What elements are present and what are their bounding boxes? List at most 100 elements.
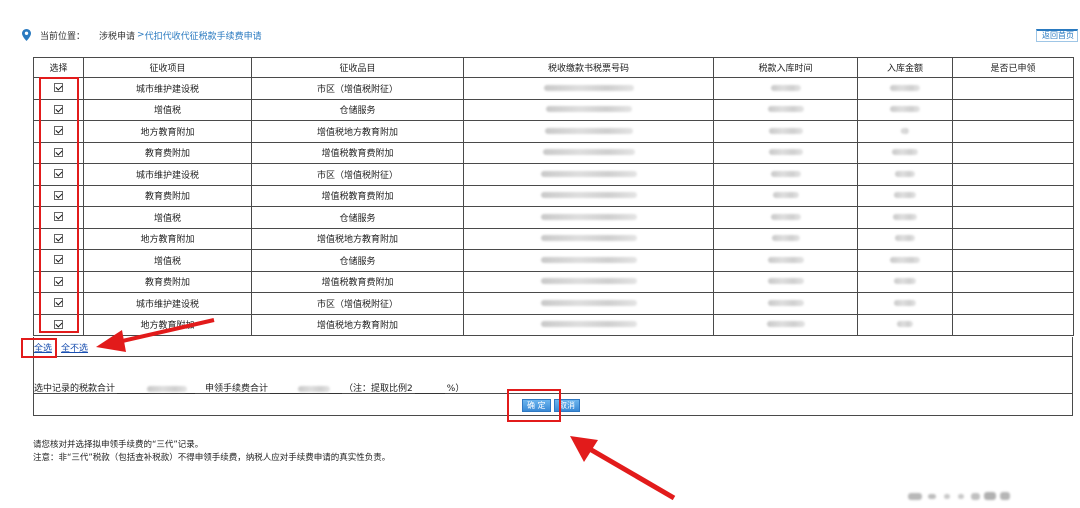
row-item: 教育费附加 [83,141,252,164]
row-storage-time [713,227,858,250]
row-applied [952,98,1074,121]
header-amount: 入库金额 [857,57,953,78]
row-applied [952,227,1074,250]
row-subitem: 仓储服务 [251,206,464,229]
row-checkbox[interactable] [54,147,63,157]
row-checkbox[interactable] [54,104,63,114]
confirm-button[interactable]: 确 定 [522,399,551,412]
fee-total-value [270,384,343,394]
table-body: 城市维护建设税 市区（增值税附征） 增值税 仓储服务 地方教育附加 增值税地方教育附加 教育… [33,77,1074,336]
location-pin-icon [22,29,31,41]
row-ticket-number [463,249,714,272]
fee-records-table: 选择 征收项目 征收品目 税收缴款书税票号码 税款入库时间 入库金额 是否已申领… [33,57,1074,336]
breadcrumb-arrow: > [137,30,145,40]
row-checkbox[interactable] [54,190,63,200]
row-checkbox[interactable] [54,212,63,222]
table-row: 教育费附加 增值税教育费附加 [33,270,1074,293]
row-item: 地方教育附加 [83,120,252,143]
row-select-cell [33,184,84,207]
row-applied [952,313,1074,336]
breadcrumb-label: 当前位置： [40,31,86,42]
tax-total-label: 选中记录的税款合计 [34,384,116,394]
row-storage-time [713,206,858,229]
row-applied [952,249,1074,272]
row-item: 城市维护建设税 [83,292,252,315]
row-item: 增值税 [83,249,252,272]
table-row: 教育费附加 增值税教育费附加 [33,141,1074,164]
arrow-to-confirm [570,436,676,501]
row-storage-time [713,98,858,121]
row-subitem: 增值税教育费附加 [251,141,464,164]
row-applied [952,292,1074,315]
row-select-cell [33,270,84,293]
row-select-cell [33,163,84,186]
header-storage-time: 税款入库时间 [713,57,858,78]
row-ticket-number [463,141,714,164]
breadcrumb-root-link[interactable]: 涉税申请 [99,29,135,42]
row-item: 教育费附加 [83,184,252,207]
row-applied [952,141,1074,164]
row-amount [857,313,953,336]
row-select-cell [33,98,84,121]
row-subitem: 市区（增值税附征） [251,163,464,186]
row-checkbox[interactable] [54,169,63,179]
row-select-cell [33,292,84,315]
row-ticket-number [463,184,714,207]
row-checkbox[interactable] [54,298,63,308]
tax-total-value [117,384,196,394]
row-amount [857,120,953,143]
row-storage-time [713,77,858,100]
table-row: 城市维护建设税 市区（增值税附征） [33,77,1074,100]
row-checkbox[interactable] [54,126,63,136]
row-item: 增值税 [83,206,252,229]
ratio-value [414,384,445,394]
row-ticket-number [463,120,714,143]
cancel-button[interactable]: 取消 [554,399,580,412]
row-applied [952,163,1074,186]
table-row: 城市维护建设税 市区（增值税附征） [33,163,1074,186]
row-applied [952,206,1074,229]
row-subitem: 仓储服务 [251,249,464,272]
fee-total-label: 申领手续费合计 [205,384,269,394]
row-checkbox[interactable] [54,255,63,265]
row-amount [857,141,953,164]
row-select-cell [33,249,84,272]
select-none-link[interactable]: 全不选 [61,341,88,354]
row-select-cell [33,206,84,229]
summary-bar: 选中记录的税款合计 申领手续费合计 （注：提取比例2 %） [33,357,1073,394]
row-checkbox[interactable] [54,233,63,243]
row-subitem: 市区（增值税附征） [251,77,464,100]
row-ticket-number [463,163,714,186]
header-subitem: 征收品目 [251,57,464,78]
row-checkbox[interactable] [54,83,63,93]
action-bar: 确 定 取消 [33,394,1073,416]
row-select-cell [33,227,84,250]
home-button[interactable]: 返回首页 [1036,29,1078,42]
header-select: 选择 [33,57,84,78]
table-row: 增值税 仓储服务 [33,98,1074,121]
row-storage-time [713,120,858,143]
row-ticket-number [463,77,714,100]
row-applied [952,120,1074,143]
header-applied: 是否已申领 [952,57,1074,78]
row-checkbox[interactable] [54,276,63,286]
table-header-row: 选择 征收项目 征收品目 税收缴款书税票号码 税款入库时间 入库金额 是否已申领 [33,57,1074,78]
selection-bar: 全选 全不选 [33,337,1073,357]
summary-text: 选中记录的税款合计 申领手续费合计 （注：提取比例2 %） [34,381,464,394]
row-checkbox[interactable] [54,319,63,329]
row-storage-time [713,163,858,186]
table-row: 地方教育附加 增值税地方教育附加 [33,120,1074,143]
row-amount [857,163,953,186]
row-select-cell [33,77,84,100]
row-ticket-number [463,292,714,315]
blurred-watermark [908,491,1010,501]
row-subitem: 增值税教育费附加 [251,184,464,207]
select-all-link[interactable]: 全选 [34,341,52,354]
row-ticket-number [463,206,714,229]
row-storage-time [713,184,858,207]
row-select-cell [33,120,84,143]
row-ticket-number [463,270,714,293]
row-item: 教育费附加 [83,270,252,293]
row-storage-time [713,313,858,336]
row-ticket-number [463,227,714,250]
